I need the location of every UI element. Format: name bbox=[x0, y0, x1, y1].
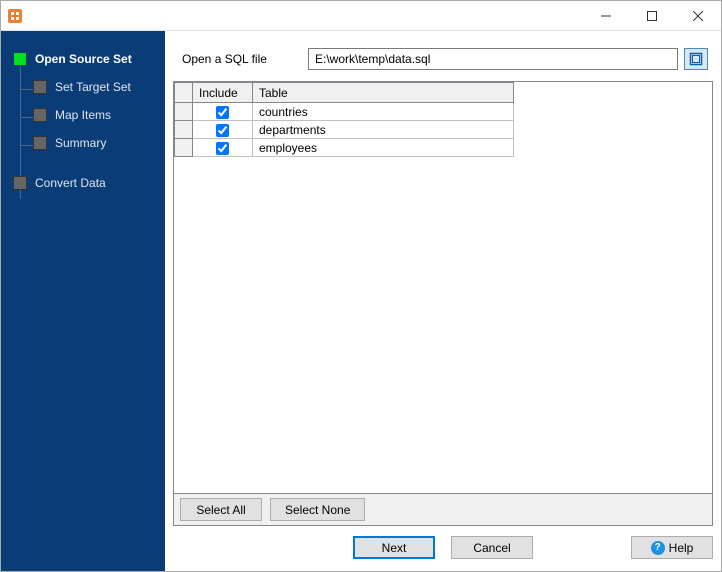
help-button[interactable]: ? Help bbox=[631, 536, 713, 559]
step-label: Map Items bbox=[55, 108, 111, 122]
table-name-cell[interactable]: departments bbox=[253, 121, 514, 139]
row-header[interactable] bbox=[175, 103, 193, 121]
browse-button[interactable] bbox=[684, 48, 708, 70]
step-convert-data[interactable]: Convert Data bbox=[1, 169, 165, 197]
close-button[interactable] bbox=[675, 1, 721, 31]
file-picker-row: Open a SQL file bbox=[173, 39, 713, 81]
step-marker-icon bbox=[13, 52, 27, 66]
row-header[interactable] bbox=[175, 139, 193, 157]
step-label: Summary bbox=[55, 136, 106, 150]
table-row: departments bbox=[175, 121, 514, 139]
next-button[interactable]: Next bbox=[353, 536, 435, 559]
main-panel: Open a SQL file Include Table bbox=[165, 31, 721, 571]
app-icon bbox=[7, 8, 23, 24]
maximize-button[interactable] bbox=[629, 1, 675, 31]
step-summary[interactable]: Summary bbox=[1, 129, 165, 157]
step-marker-icon bbox=[33, 136, 47, 150]
open-file-icon bbox=[689, 52, 703, 66]
help-icon: ? bbox=[651, 541, 665, 555]
grid-corner bbox=[175, 83, 193, 103]
include-cell bbox=[193, 103, 253, 121]
minimize-button[interactable] bbox=[583, 1, 629, 31]
include-cell bbox=[193, 139, 253, 157]
step-map-items[interactable]: Map Items bbox=[1, 101, 165, 129]
step-label: Convert Data bbox=[35, 176, 106, 190]
select-all-button[interactable]: Select All bbox=[180, 498, 262, 521]
tables-grid: Include Table countriesdepartmentsemploy… bbox=[173, 81, 713, 494]
sql-file-input[interactable] bbox=[308, 48, 678, 70]
include-checkbox[interactable] bbox=[216, 142, 229, 155]
row-header[interactable] bbox=[175, 121, 193, 139]
column-header-table[interactable]: Table bbox=[253, 83, 514, 103]
step-marker-icon bbox=[33, 108, 47, 122]
select-none-button[interactable]: Select None bbox=[270, 498, 365, 521]
include-checkbox[interactable] bbox=[216, 106, 229, 119]
table-name-cell[interactable]: employees bbox=[253, 139, 514, 157]
table-row: countries bbox=[175, 103, 514, 121]
wizard-footer: Next Cancel ? Help bbox=[173, 526, 713, 563]
step-marker-icon bbox=[13, 176, 27, 190]
step-set-target-set[interactable]: Set Target Set bbox=[1, 73, 165, 101]
selection-buttons-row: Select All Select None bbox=[173, 494, 713, 526]
wizard-steps-sidebar: Open Source Set Set Target Set Map Items… bbox=[1, 31, 165, 571]
table-row: employees bbox=[175, 139, 514, 157]
column-header-include[interactable]: Include bbox=[193, 83, 253, 103]
step-marker-icon bbox=[33, 80, 47, 94]
include-checkbox[interactable] bbox=[216, 124, 229, 137]
wizard-window: Open Source Set Set Target Set Map Items… bbox=[0, 0, 722, 572]
step-label: Open Source Set bbox=[35, 52, 132, 66]
step-label: Set Target Set bbox=[55, 80, 131, 94]
file-picker-label: Open a SQL file bbox=[182, 52, 302, 66]
cancel-button[interactable]: Cancel bbox=[451, 536, 533, 559]
titlebar bbox=[1, 1, 721, 31]
step-open-source-set[interactable]: Open Source Set bbox=[1, 45, 165, 73]
table-name-cell[interactable]: countries bbox=[253, 103, 514, 121]
help-label: Help bbox=[669, 541, 694, 555]
include-cell bbox=[193, 121, 253, 139]
